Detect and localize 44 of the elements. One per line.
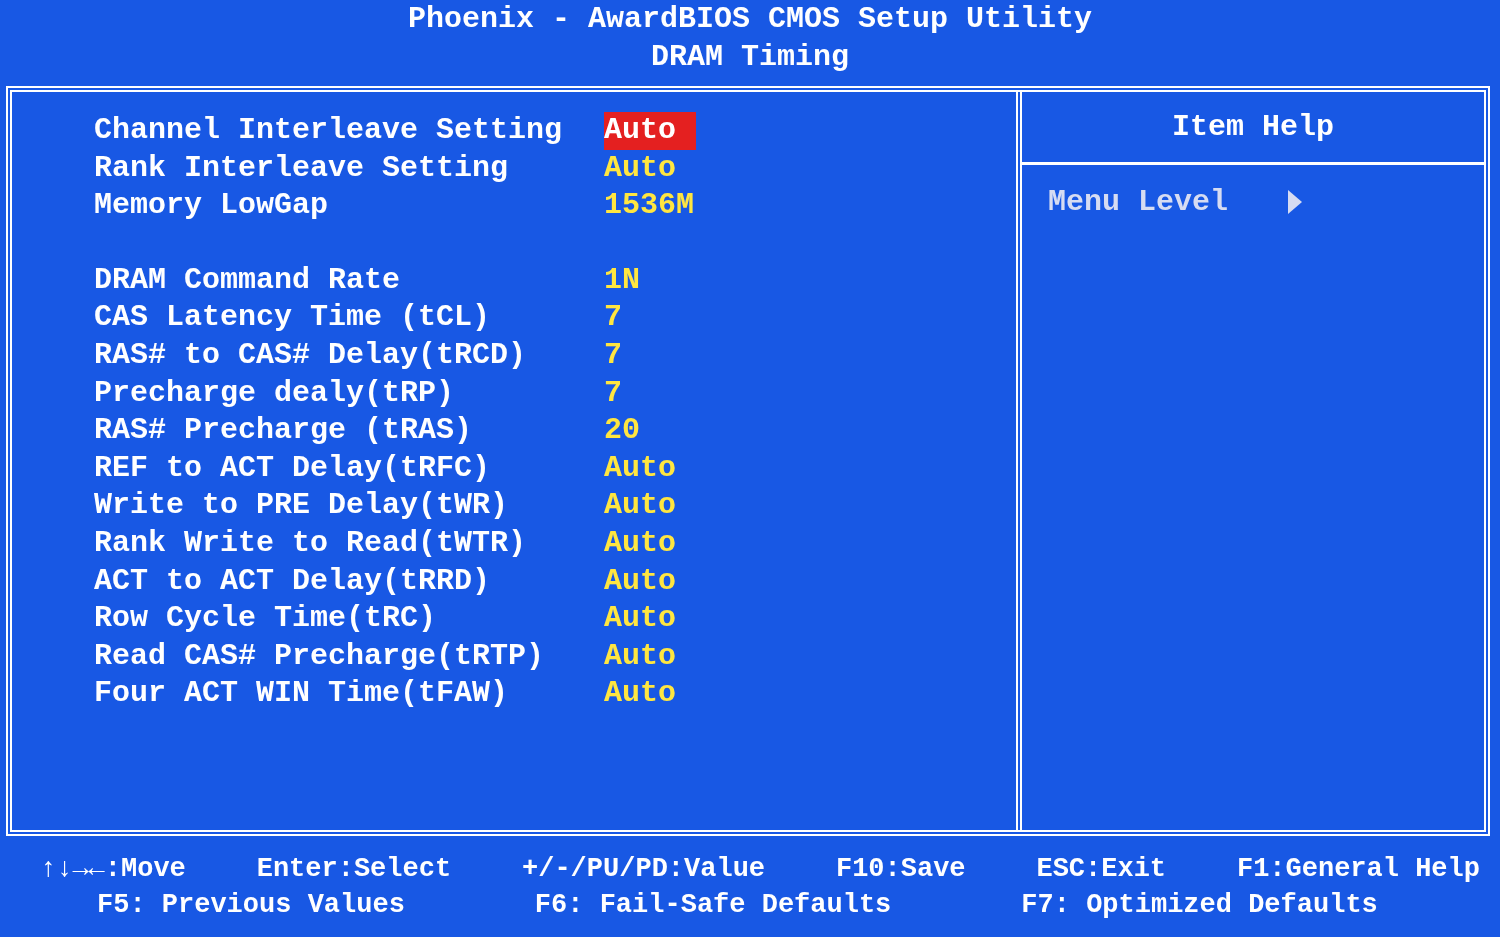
help-title: Item Help <box>1172 110 1334 144</box>
setting-value[interactable]: 1536M <box>604 187 714 225</box>
key-hint: F1:General Help <box>1236 852 1480 886</box>
key-hint: Enter:Select <box>256 852 452 886</box>
setting-label: Memory LowGap <box>94 187 330 225</box>
setting-value[interactable]: 7 <box>604 374 642 413</box>
setting-label: CAS Latency Time (tCL) <box>94 299 492 337</box>
setting-label: REF to ACT Delay(tRFC) <box>94 449 492 487</box>
key-hint: +/-/PU/PD:Value <box>522 852 766 886</box>
key-hint: F7: Optimized Defaults <box>1021 888 1378 922</box>
setting-value[interactable]: 7 <box>604 299 642 337</box>
screen-title: Phoenix - AwardBIOS CMOS Setup Utility <box>407 1 1093 38</box>
key-hint: F10:Save <box>835 852 966 886</box>
setting-value[interactable]: Auto <box>604 449 696 488</box>
setting-label: ACT to ACT Delay(tRRD) <box>94 562 492 600</box>
setting-label: Read CAS# Precharge(tRTP) <box>94 637 546 675</box>
page-title: DRAM Timing <box>650 39 849 76</box>
setting-label: Rank Interleave Setting <box>94 149 510 187</box>
setting-value[interactable]: 7 <box>604 336 642 375</box>
setting-value[interactable]: 1N <box>604 261 660 300</box>
setting-value[interactable]: Auto <box>604 675 696 713</box>
key-hint: F6: Fail-Safe Defaults <box>534 888 892 922</box>
setting-value[interactable]: 20 <box>604 412 660 450</box>
setting-label: Write to PRE Delay(tWR) <box>94 487 510 525</box>
setting-label: RAS# to CAS# Delay(tRCD) <box>94 336 528 374</box>
setting-value[interactable]: Auto <box>604 562 696 601</box>
setting-value[interactable]: Auto <box>604 524 696 563</box>
setting-value[interactable]: Auto <box>604 487 696 525</box>
key-hint: F5: Previous Values <box>97 888 405 922</box>
key-hint: ESC:Exit <box>1036 852 1167 886</box>
setting-value[interactable]: Auto <box>604 149 696 188</box>
setting-label: Channel Interleave Setting <box>94 112 564 149</box>
setting-label: Row Cycle Time(tRC) <box>94 600 438 638</box>
setting-value[interactable]: Auto <box>604 637 696 676</box>
setting-value[interactable]: Auto <box>604 600 696 638</box>
triangle-right-icon <box>1288 190 1303 214</box>
setting-label: Four ACT WIN Time(tFAW) <box>94 675 510 713</box>
setting-value[interactable]: Auto <box>604 112 696 150</box>
setting-label: Rank Write to Read(tWTR) <box>94 524 528 562</box>
setting-label: RAS# Precharge (tRAS) <box>94 412 474 450</box>
setting-label: Precharge dealy(tRP) <box>94 374 456 412</box>
menu-level-label: Menu Level <box>1048 185 1229 219</box>
key-hint: ↑↓→←:Move <box>40 852 186 886</box>
setting-label: DRAM Command Rate <box>94 261 402 299</box>
